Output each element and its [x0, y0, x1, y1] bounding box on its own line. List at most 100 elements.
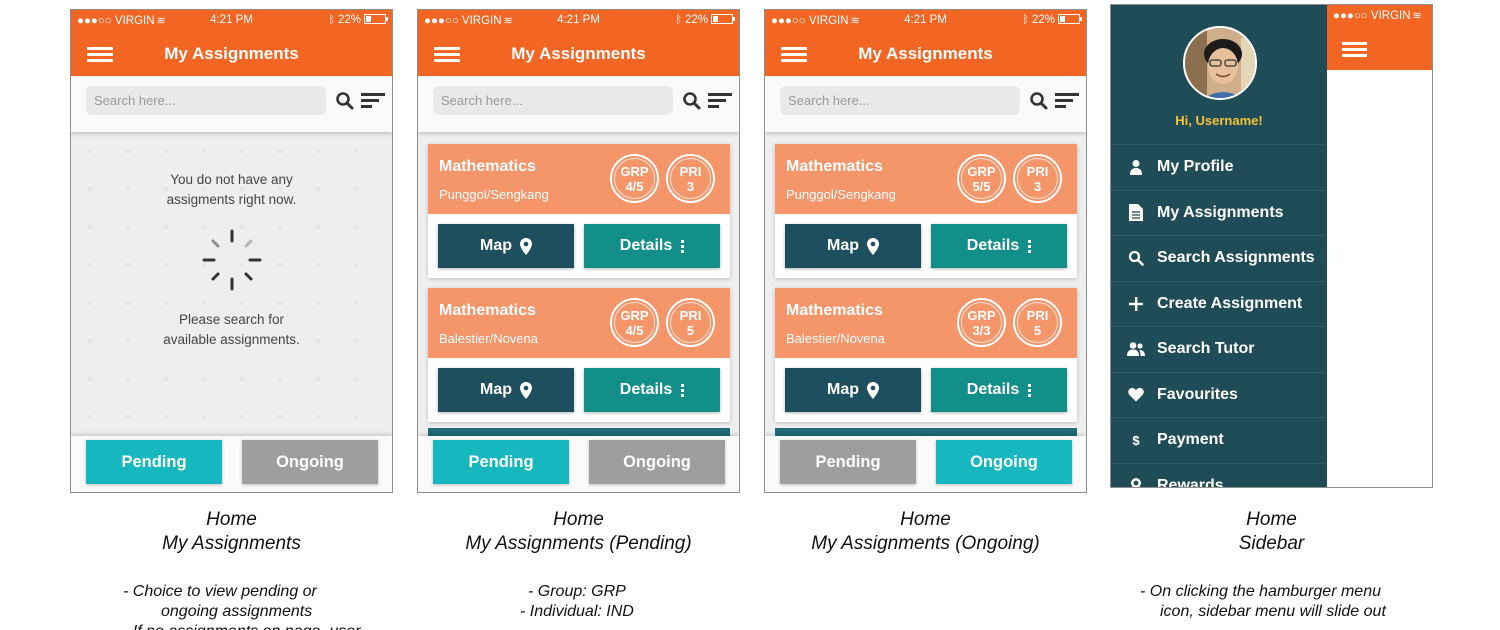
subject-label: Mathematics	[786, 158, 883, 175]
sidebar-item-label: Search Assignments	[1157, 249, 1315, 267]
location-label: Punggol/Sengkang	[786, 187, 896, 202]
badge-label: GRP	[967, 308, 996, 323]
battery-area: ᛒ 22%	[675, 14, 735, 26]
ongoing-tab-button[interactable]: Ongoing	[589, 440, 725, 484]
pending-tab-button[interactable]: Pending	[433, 440, 569, 484]
ongoing-tab-button[interactable]: Ongoing	[936, 440, 1072, 484]
map-pin-icon	[867, 237, 879, 255]
details-button-label: Details	[619, 381, 673, 398]
search-bar	[765, 76, 1086, 132]
group-badge: GRP 4/5	[610, 154, 659, 203]
status-bar: ●●●○○ VIRGIN ≋ 4:21 PM ᛒ 22%	[424, 13, 735, 29]
caption-line: Home	[206, 509, 257, 530]
group-badge: GRP 5/5	[957, 154, 1006, 203]
phone-screen-empty: ●●●○○ VIRGIN ≋ 4:21 PM ᛒ 22% My Assignment…	[70, 9, 393, 493]
filter-icon[interactable]	[1055, 93, 1079, 109]
details-button[interactable]: Details	[584, 368, 720, 412]
search-input[interactable]	[780, 86, 1020, 115]
map-button[interactable]: Map	[785, 224, 921, 268]
sidebar-item-search-tutor[interactable]: Search Tutor	[1111, 326, 1327, 372]
hint-message: Please search for available assignments.	[71, 310, 392, 350]
map-button-label: Map	[480, 381, 512, 398]
tab-footer: Pending Ongoing	[71, 436, 392, 492]
sidebar-item-search-assignments[interactable]: Search Assignments	[1111, 235, 1327, 281]
map-button[interactable]: Map	[438, 368, 574, 412]
map-pin-icon	[520, 237, 532, 255]
location-label: Balestier/Novena	[439, 331, 538, 346]
ongoing-tab-button[interactable]: Ongoing	[242, 440, 378, 484]
search-icon[interactable]	[1029, 91, 1049, 111]
badge-label: PRI	[679, 308, 702, 323]
map-button[interactable]: Map	[785, 368, 921, 412]
details-button[interactable]: Details	[584, 224, 720, 268]
details-button[interactable]: Details	[931, 368, 1067, 412]
hamburger-menu-icon[interactable]	[1342, 42, 1367, 60]
assignment-card[interactable]: Mathematics Balestier/Novena GRP 3/3 PRI 5…	[775, 288, 1077, 422]
pending-tab-button[interactable]: Pending	[86, 440, 222, 484]
annotation-note: - Choice to view pending or ongoing assi…	[123, 582, 383, 630]
caption-line: Home	[900, 509, 951, 530]
search-icon[interactable]	[682, 91, 702, 111]
sidebar-item-favourites[interactable]: Favourites	[1111, 371, 1327, 418]
battery-icon	[711, 14, 735, 24]
note-line: icon, sidebar menu will slide out	[1160, 603, 1386, 620]
search-input[interactable]	[433, 86, 673, 115]
map-button[interactable]: Map	[438, 224, 574, 268]
badge-label: GRP	[620, 164, 649, 179]
page-title: My Assignments	[164, 44, 299, 63]
battery-icon	[1058, 14, 1082, 24]
empty-message-line: assigments right now.	[166, 192, 297, 207]
badge-label: PRI	[1026, 308, 1049, 323]
sidebar-menu-list: My Profile My Assignments Search Assignm…	[1111, 144, 1327, 488]
search-input[interactable]	[86, 86, 326, 115]
screen-caption: Home Sidebar	[1110, 508, 1433, 556]
search-icon[interactable]	[335, 91, 355, 111]
details-button-label: Details	[966, 237, 1020, 254]
battery-area: ᛒ 22%	[328, 14, 388, 26]
more-vertical-icon	[681, 239, 685, 254]
pending-tab-button[interactable]: Pending	[780, 440, 916, 484]
app-header: ●●●○○ VIRGIN ≋ 4:21 PM ᛒ 22% My Assignment…	[71, 10, 392, 76]
card-header: Mathematics Balestier/Novena GRP 4/5 PRI 5	[428, 288, 730, 358]
loading-spinner-icon	[202, 229, 262, 291]
filter-icon[interactable]	[361, 93, 385, 109]
battery-area: ᛒ 22%	[1022, 14, 1082, 26]
details-button[interactable]: Details	[931, 224, 1067, 268]
sidebar-item-payment[interactable]: $ Payment	[1111, 417, 1327, 463]
sidebar-item-create-assignment[interactable]: Create Assignment	[1111, 280, 1327, 327]
heart-icon	[1127, 386, 1145, 404]
subject-label: Mathematics	[439, 302, 536, 319]
empty-state-area: You do not have any assigments right now…	[71, 132, 392, 436]
avatar[interactable]	[1183, 26, 1257, 100]
assignment-list: Mathematics Punggol/Sengkang GRP 5/5 PRI 3…	[765, 132, 1086, 436]
caption-line: My Assignments	[162, 533, 301, 554]
sidebar-item-my-assignments[interactable]: My Assignments	[1111, 189, 1327, 236]
level-badge: PRI 5	[1013, 298, 1062, 347]
screen-caption: Home My Assignments	[70, 508, 393, 556]
badge-value: 5	[686, 323, 695, 338]
next-card-peek	[428, 428, 730, 436]
sidebar-item-label: Rewards	[1157, 476, 1224, 488]
assignment-card[interactable]: Mathematics Punggol/Sengkang GRP 4/5 PRI 3…	[428, 144, 730, 278]
app-header: ●●●○○ VIRGIN ≋ 4:21 PM ᛒ 22% My Assignment…	[418, 10, 739, 76]
note-line: ongoing assignments	[161, 603, 313, 620]
battery-icon	[364, 14, 388, 24]
assignment-card[interactable]: Mathematics Balestier/Novena GRP 4/5 PRI 5…	[428, 288, 730, 422]
map-button-label: Map	[827, 237, 859, 254]
badge-label: PRI	[1026, 164, 1049, 179]
carrier-label: ●●●○○ VIRGIN ≋	[1333, 10, 1422, 22]
tab-footer: Pending Ongoing	[418, 436, 739, 492]
caption-line: Home	[553, 509, 604, 530]
sidebar-item-my-profile[interactable]: My Profile	[1111, 144, 1327, 190]
assignment-list: Mathematics Punggol/Sengkang GRP 4/5 PRI 3…	[418, 132, 739, 436]
location-label: Punggol/Sengkang	[439, 187, 549, 202]
person-icon	[1127, 158, 1145, 176]
sidebar-item-rewards[interactable]: Rewards	[1111, 462, 1327, 488]
empty-message: You do not have any assigments right now…	[71, 170, 392, 210]
badge-value: 4/5	[625, 179, 644, 194]
filter-icon[interactable]	[708, 93, 732, 109]
status-bar: ●●●○○ VIRGIN ≋ 4:21 PM ᛒ 22%	[77, 13, 388, 29]
level-badge: PRI 3	[1013, 154, 1062, 203]
badge-value: 5/5	[972, 179, 991, 194]
assignment-card[interactable]: Mathematics Punggol/Sengkang GRP 5/5 PRI 3…	[775, 144, 1077, 278]
